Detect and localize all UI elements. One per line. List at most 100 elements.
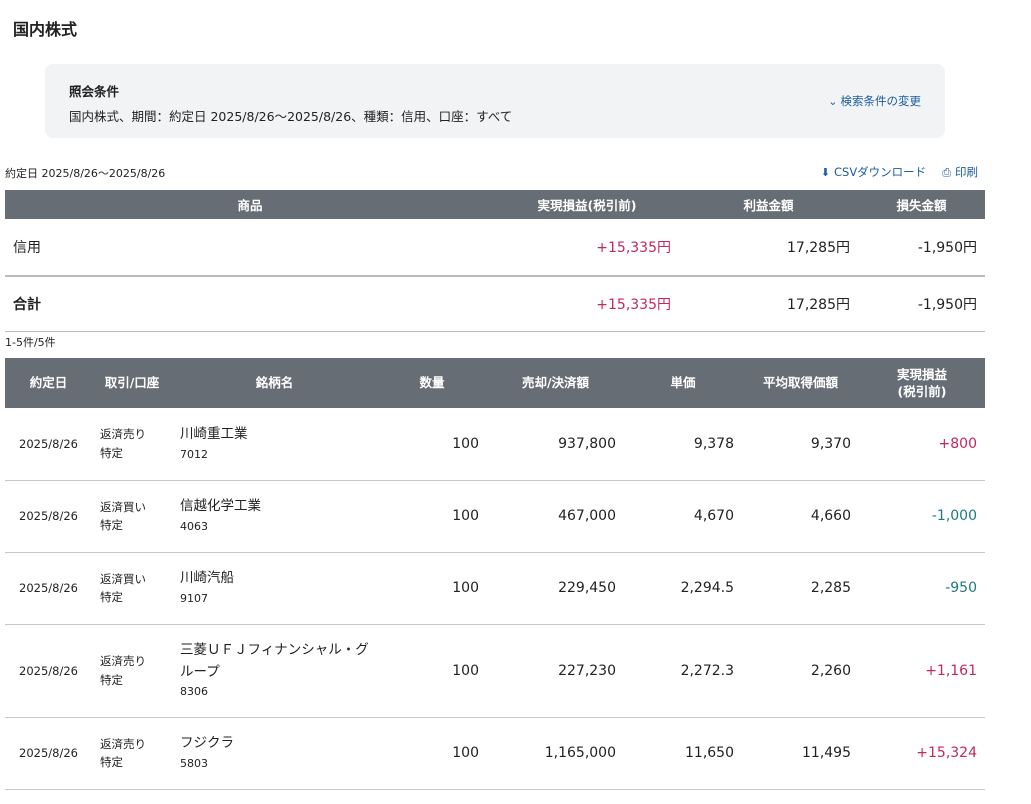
row-trade-type: 返済売り	[100, 654, 146, 669]
row-stock: 三菱ＵＦＪフィナンシャル・グループ 8306	[172, 624, 377, 718]
col-trade-account: 取引/口座	[92, 358, 172, 408]
row-realized-pl: +1,161	[859, 624, 985, 718]
row-stock-name: フジクラ	[180, 735, 234, 752]
row-amount: 937,800	[487, 408, 624, 481]
row-realized-pl: -950	[859, 552, 985, 625]
row-qty: 100	[377, 480, 487, 553]
row-stock-code: 5803	[180, 757, 208, 770]
summary-table: 商品 実現損益(税引前) 利益金額 損失金額 信用 +15,335円 17,28…	[5, 190, 985, 332]
row-qty: 100	[377, 408, 487, 481]
row-date: 2025/8/26	[5, 552, 92, 625]
table-row: 2025/8/26 返済買い 特定 信越化学工業 4063 100 467,000 …	[5, 480, 985, 553]
col-realized-pl-line2: (税引前)	[897, 384, 947, 399]
row-account: 特定	[100, 590, 123, 604]
row-stock: フジクラ 5803	[172, 717, 377, 790]
col-avg-cost: 平均取得価額	[742, 358, 859, 408]
row-realized-pl: -1,000	[859, 480, 985, 553]
col-date: 約定日	[5, 358, 92, 408]
print-label: 印刷	[955, 165, 978, 179]
row-stock-code: 9107	[180, 592, 208, 605]
col-loss: 損失金額	[858, 190, 985, 219]
row-avg-cost: 2,260	[742, 624, 859, 718]
row-trade-type: 返済買い	[100, 499, 146, 514]
row-date: 2025/8/26	[5, 624, 92, 718]
total-realized: +15,335円	[495, 276, 679, 332]
row-price: 2,272.3	[624, 624, 742, 718]
row-account: 特定	[100, 445, 123, 460]
row-trade: 返済買い 特定	[92, 480, 172, 553]
summary-profit: 17,285円	[679, 219, 858, 277]
row-amount: 227,230	[487, 624, 624, 718]
row-trade: 返済売り 特定	[92, 717, 172, 790]
col-name: 銘柄名	[172, 358, 377, 408]
row-price: 9,378	[624, 408, 742, 481]
row-avg-cost: 4,660	[742, 480, 859, 553]
row-amount: 1,165,000	[487, 717, 624, 790]
row-avg-cost: 11,495	[742, 717, 859, 790]
table-row: 2025/8/26 返済売り 特定 三菱ＵＦＪフィナンシャル・グループ 8306 1…	[5, 624, 985, 718]
summary-row: 信用 +15,335円 17,285円 -1,950円	[5, 219, 985, 277]
csv-download-link[interactable]: ⬇ CSVダウンロード	[821, 164, 926, 180]
row-stock: 川崎重工業 7012	[172, 408, 377, 481]
row-amount: 229,450	[487, 552, 624, 625]
col-realized: 実現損益(税引前)	[495, 190, 679, 219]
row-realized-pl: +800	[859, 408, 985, 481]
row-date: 2025/8/26	[5, 480, 92, 553]
row-avg-cost: 9,370	[742, 408, 859, 481]
query-conditions-panel: 照会条件 国内株式、期間：約定日 2025/8/26〜2025/8/26、種類：…	[45, 64, 945, 138]
total-label: 合計	[5, 276, 495, 332]
col-realized-pl: 実現損益 (税引前)	[859, 358, 985, 408]
col-qty: 数量	[377, 358, 487, 408]
print-icon: ⎙	[942, 166, 951, 179]
conditions-text: 国内株式、期間：約定日 2025/8/26〜2025/8/26、種類：信用、口座…	[69, 109, 513, 124]
row-qty: 100	[377, 717, 487, 790]
col-profit: 利益金額	[679, 190, 858, 219]
row-trade-type: 返済買い	[100, 571, 146, 586]
row-stock-name: 信越化学工業	[180, 498, 261, 515]
row-date: 2025/8/26	[5, 408, 92, 481]
row-stock: 川崎汽船 9107	[172, 552, 377, 625]
row-date: 2025/8/26	[5, 717, 92, 790]
summary-product: 信用	[5, 219, 495, 277]
table-row: 2025/8/26 返済売り 特定 フジクラ 5803 100 1,165,000 …	[5, 717, 985, 790]
row-stock: 信越化学工業 4063	[172, 480, 377, 553]
col-product: 商品	[5, 190, 495, 219]
table-row: 2025/8/26 返済買い特定 川崎汽船 9107 100 229,450 2,…	[5, 552, 985, 625]
row-trade: 返済売り 特定	[92, 408, 172, 481]
actions-bar: ⬇ CSVダウンロード ⎙ 印刷	[821, 164, 978, 180]
csv-download-label: CSVダウンロード	[833, 165, 927, 179]
row-avg-cost: 2,285	[742, 552, 859, 625]
col-realized-pl-line1: 実現損益	[896, 366, 947, 382]
row-account: 特定	[100, 755, 123, 769]
period-label: 約定日 2025/8/26〜2025/8/26	[5, 167, 166, 180]
summary-total-row: 合計 +15,335円 17,285円 -1,950円	[5, 276, 985, 332]
row-price: 4,670	[624, 480, 742, 553]
total-loss: -1,950円	[858, 276, 985, 332]
download-icon: ⬇	[820, 166, 830, 179]
summary-realized: +15,335円	[495, 219, 679, 277]
col-amount: 売却/決済額	[487, 358, 624, 408]
trade-detail-table: 約定日 取引/口座 銘柄名 数量 売却/決済額 単価 平均取得価額 実現損益 (税…	[5, 358, 985, 790]
row-price: 11,650	[624, 717, 742, 790]
print-link[interactable]: ⎙ 印刷	[942, 164, 978, 180]
row-trade: 返済買い 特定	[92, 552, 172, 625]
table-row: 2025/8/26 返済売り特定 川崎重工業 7012 100 937,800 9…	[5, 408, 985, 481]
row-price: 2,294.5	[624, 552, 742, 625]
row-qty: 100	[377, 552, 487, 625]
row-amount: 467,000	[487, 480, 624, 553]
page-title: 国内株式	[13, 20, 78, 39]
row-trade-type: 返済売り	[100, 427, 146, 442]
row-stock-code: 7012	[180, 447, 208, 461]
col-price: 単価	[624, 358, 742, 408]
row-realized-pl: +15,324	[859, 717, 985, 790]
row-stock-name: 三菱ＵＦＪフィナンシャル・グループ	[180, 642, 369, 680]
change-conditions-link[interactable]: ⌄ 検索条件の変更	[828, 93, 921, 109]
row-stock-code: 4063	[180, 520, 208, 533]
row-trade: 返済売り 特定	[92, 624, 172, 718]
row-trade-type: 返済売り	[100, 736, 146, 751]
chevron-down-icon: ⌄	[828, 95, 838, 108]
row-account: 特定	[100, 518, 123, 532]
summary-loss: -1,950円	[858, 219, 985, 277]
change-conditions-label: 検索条件の変更	[840, 94, 922, 108]
row-stock-code: 8306	[180, 685, 208, 699]
